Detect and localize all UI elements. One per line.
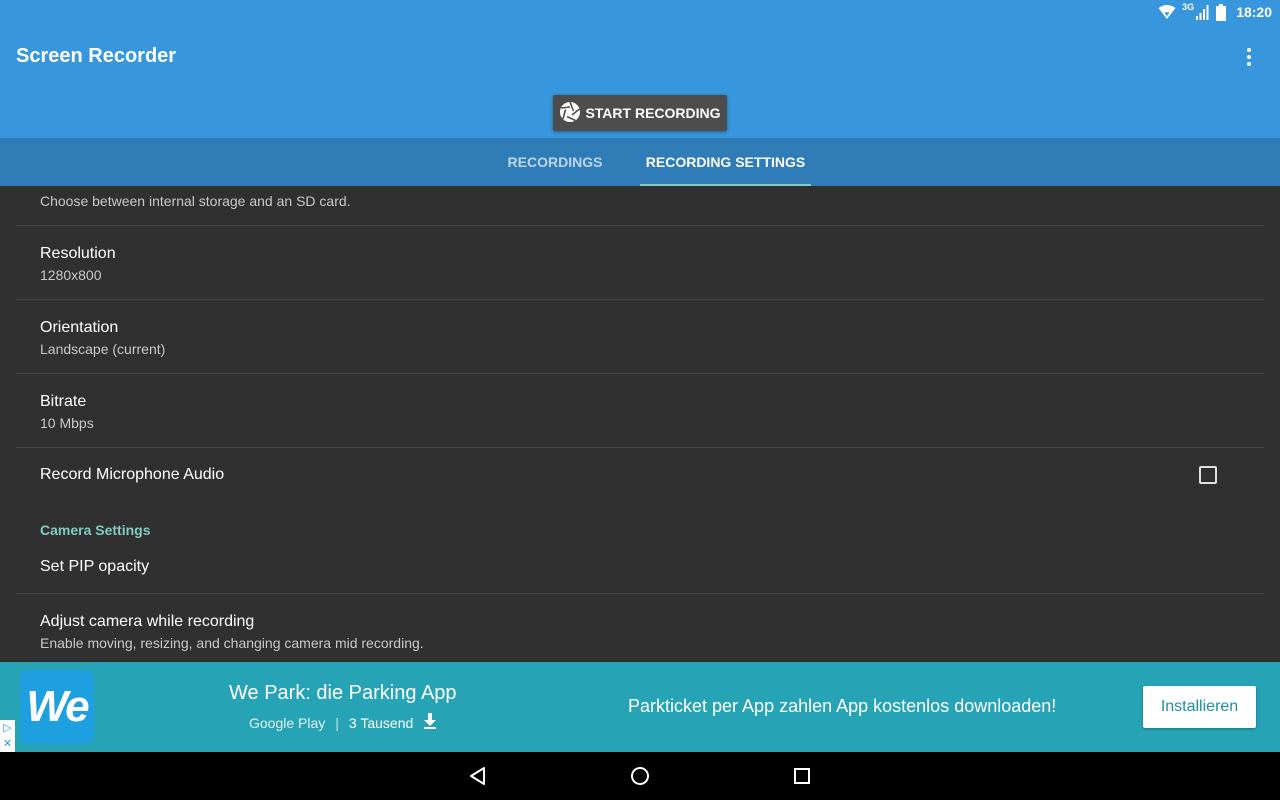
app-bar: Screen Recorder START RECORDING xyxy=(0,24,1280,138)
pref-bitrate[interactable]: Bitrate 10 Mbps xyxy=(16,374,1264,447)
pref-microphone[interactable]: Record Microphone Audio xyxy=(16,448,1264,502)
adchoices-play-icon: ▷ xyxy=(3,722,12,734)
more-vert-icon[interactable] xyxy=(1236,46,1262,68)
tab-recording-settings[interactable]: RECORDING SETTINGS xyxy=(640,138,811,186)
network-type: 3G xyxy=(1182,2,1195,12)
pref-resolution-title: Resolution xyxy=(40,245,116,262)
pref-storage-summary: Choose between internal storage and an S… xyxy=(40,193,351,209)
ad-separator: | xyxy=(335,714,339,731)
ad-app-logo[interactable]: We xyxy=(20,670,94,744)
google-play-label: Google Play xyxy=(249,714,326,731)
pref-adjust-camera-summary: Enable moving, resizing, and changing ca… xyxy=(40,635,424,651)
ad-downloads: 3 Tausend xyxy=(348,714,414,731)
start-recording-label: START RECORDING xyxy=(585,105,721,121)
pref-orientation-summary: Landscape (current) xyxy=(40,341,166,357)
home-icon[interactable] xyxy=(628,764,652,788)
ad-description[interactable]: Parkticket per App zahlen App kostenlos … xyxy=(628,696,1056,717)
download-icon xyxy=(423,713,437,732)
ad-close-icon[interactable]: ✕ xyxy=(3,738,12,750)
ad-banner[interactable]: We We Park: die Parking App Google Play … xyxy=(0,662,1280,752)
pref-orientation[interactable]: Orientation Landscape (current) xyxy=(16,300,1264,373)
pref-bitrate-title: Bitrate xyxy=(40,393,87,410)
microphone-checkbox[interactable] xyxy=(1199,466,1217,484)
ad-choices-icon[interactable]: ▷ ✕ xyxy=(0,720,15,752)
wifi-icon xyxy=(1158,4,1176,20)
install-button[interactable]: Installieren xyxy=(1143,686,1256,728)
pref-resolution-summary: 1280x800 xyxy=(40,267,102,283)
signal-icon xyxy=(1196,4,1210,20)
settings-list[interactable]: Choose between internal storage and an S… xyxy=(0,186,1280,662)
pref-microphone-title: Record Microphone Audio xyxy=(40,466,225,483)
tab-bar: RECORDINGS RECORDING SETTINGS xyxy=(0,138,1280,186)
pref-adjust-camera-title: Adjust camera while recording xyxy=(40,613,255,630)
pref-orientation-title: Orientation xyxy=(40,319,119,336)
pref-pip-opacity[interactable]: Set PIP opacity xyxy=(16,546,1264,593)
recents-icon[interactable] xyxy=(790,764,814,788)
pref-resolution[interactable]: Resolution 1280x800 xyxy=(16,226,1264,299)
back-icon[interactable] xyxy=(466,764,490,788)
battery-icon xyxy=(1216,3,1227,21)
start-recording-button[interactable]: START RECORDING xyxy=(553,95,727,131)
pref-bitrate-summary: 10 Mbps xyxy=(40,415,94,431)
status-bar: 3G 18:20 xyxy=(0,0,1280,24)
camera-settings-header: Camera Settings xyxy=(40,522,151,538)
ad-app-title[interactable]: We Park: die Parking App xyxy=(229,682,457,705)
pref-adjust-camera[interactable]: Adjust camera while recording Enable mov… xyxy=(16,594,1264,662)
navigation-bar xyxy=(0,752,1280,800)
ad-store-info: Google Play | 3 Tausend xyxy=(249,713,437,732)
clock: 18:20 xyxy=(1236,4,1272,20)
pref-storage[interactable]: Choose between internal storage and an S… xyxy=(16,186,1264,225)
shutter-icon xyxy=(559,101,581,126)
status-icons: 3G 18:20 xyxy=(1158,2,1272,22)
app-title: Screen Recorder xyxy=(16,45,177,67)
pref-pip-opacity-title: Set PIP opacity xyxy=(40,558,150,575)
tab-recordings[interactable]: RECORDINGS xyxy=(470,138,640,186)
